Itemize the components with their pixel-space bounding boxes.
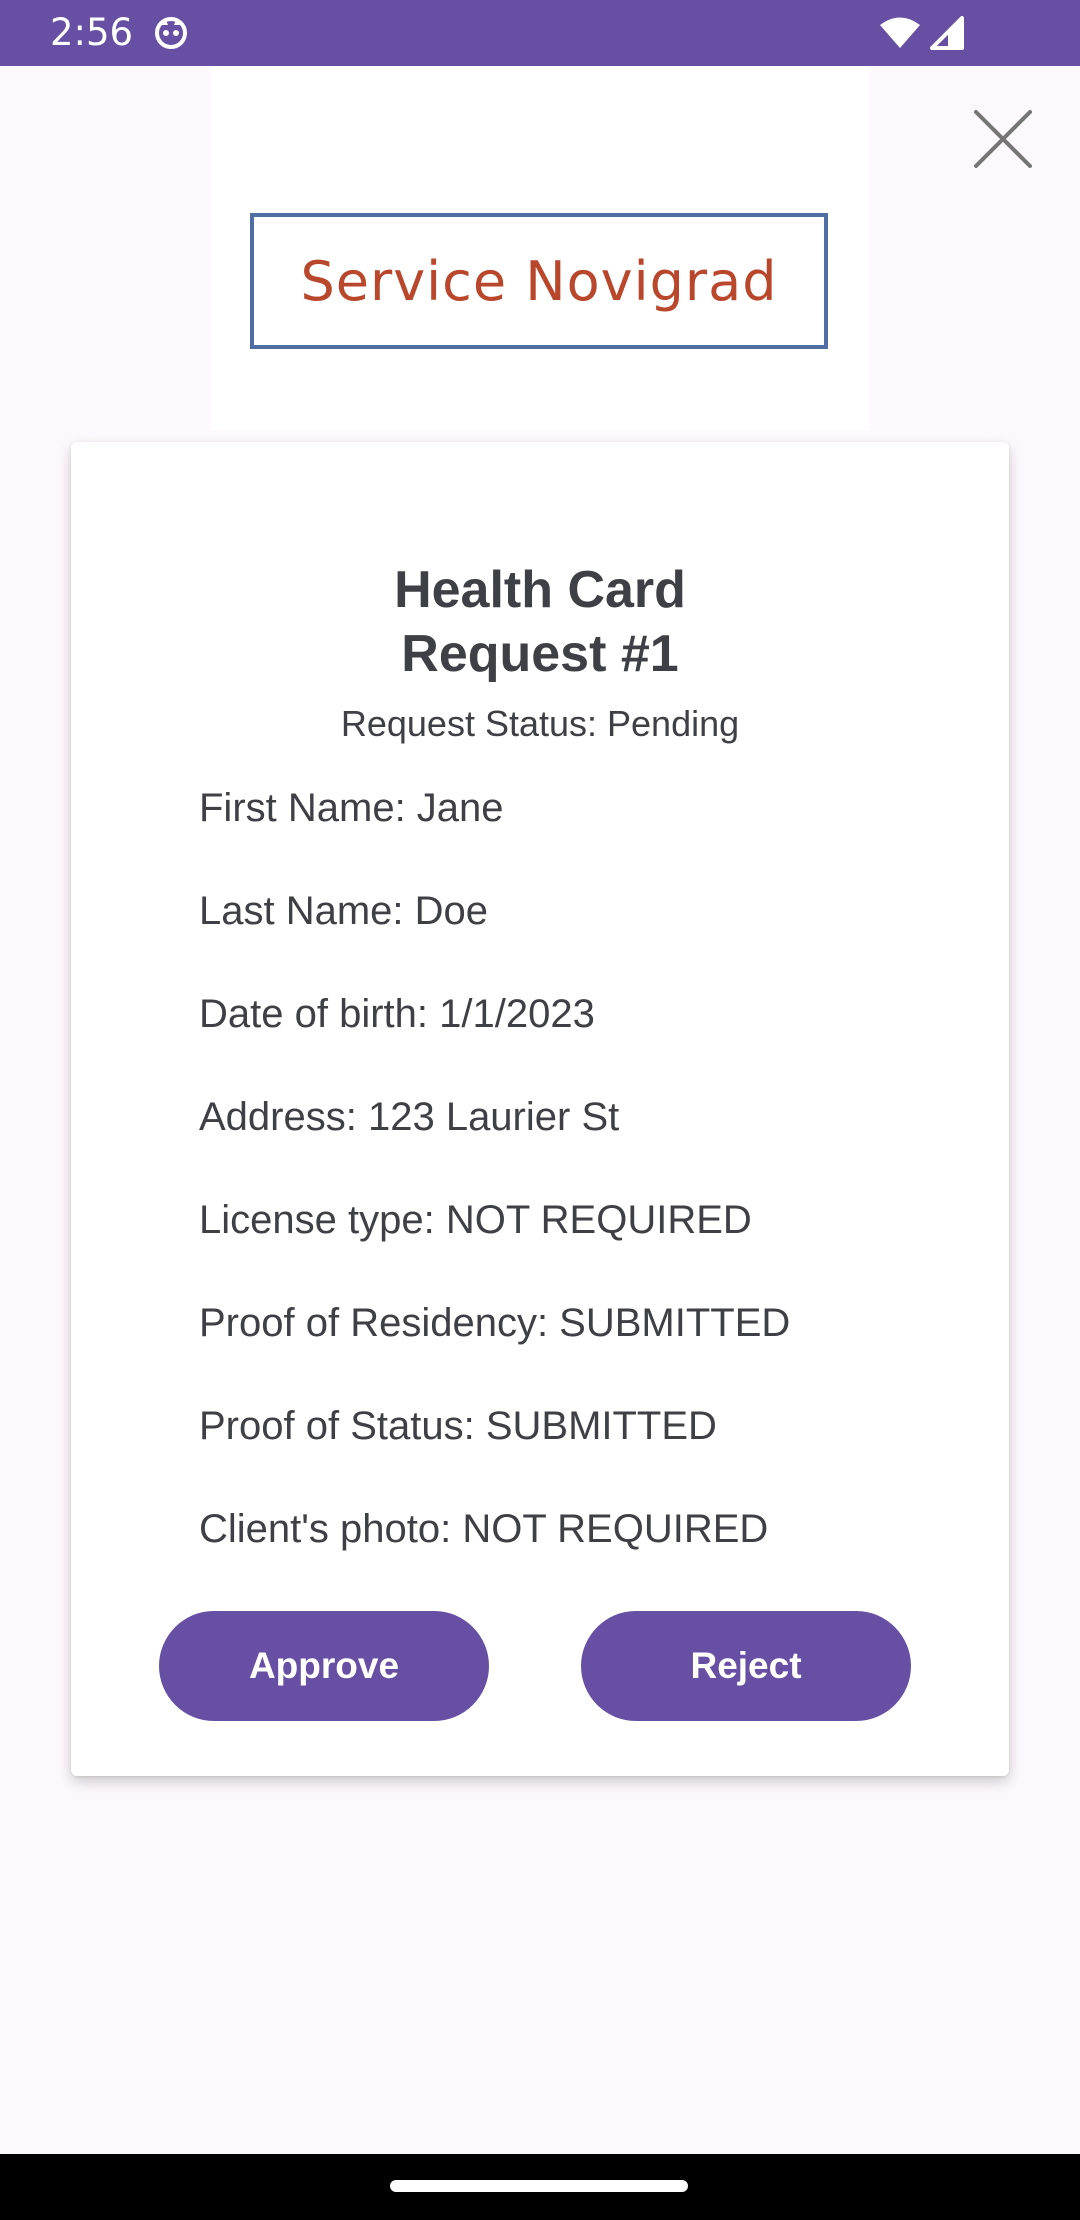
service-novigrad-logo: Service Novigrad	[250, 213, 828, 349]
close-icon[interactable]	[970, 106, 1036, 172]
request-title: Health Card Request #1	[71, 558, 1009, 686]
field-address: Address: 123 Laurier St	[199, 1095, 620, 1139]
reject-button[interactable]: Reject	[581, 1611, 911, 1721]
field-first-name: First Name: Jane	[199, 786, 504, 830]
field-license-type: License type: NOT REQUIRED	[199, 1198, 752, 1242]
field-proof-of-residency: Proof of Residency: SUBMITTED	[199, 1301, 791, 1345]
approve-button[interactable]: Approve	[159, 1611, 489, 1721]
home-gesture-handle[interactable]	[390, 2180, 688, 2192]
field-client-photo: Client's photo: NOT REQUIRED	[199, 1507, 769, 1551]
request-card: Health Card Request #1 Request Status: P…	[71, 442, 1009, 1776]
logo-text: Service Novigrad	[300, 249, 778, 313]
field-last-name: Last Name: Doe	[199, 889, 489, 933]
request-status: Request Status: Pending	[340, 703, 740, 744]
signal-icon	[930, 16, 964, 50]
request-title-line1: Health Card	[394, 561, 686, 619]
request-title-line2: Request #1	[401, 625, 679, 683]
status-time: 2:56	[50, 11, 134, 54]
status-bar: 2:56	[0, 0, 1080, 66]
field-date-of-birth: Date of birth: 1/1/2023	[199, 992, 595, 1036]
wifi-icon	[880, 17, 920, 48]
field-proof-of-status: Proof of Status: SUBMITTED	[199, 1404, 717, 1448]
app-notification-icon	[155, 17, 187, 49]
